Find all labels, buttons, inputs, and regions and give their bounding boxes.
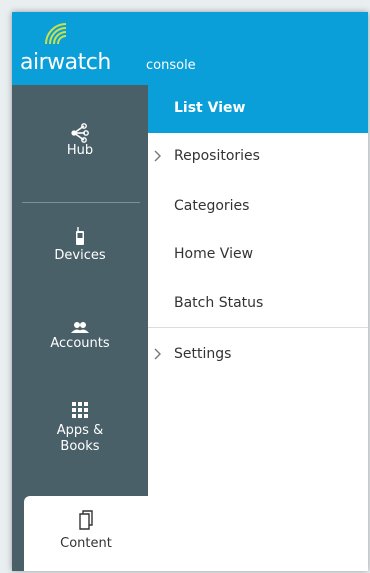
airwatch-logo-text: airwatch bbox=[20, 50, 111, 75]
console-label: console bbox=[146, 58, 196, 73]
apps-grid-icon bbox=[72, 402, 88, 418]
sidebar-item-content[interactable]: Content bbox=[24, 496, 148, 571]
submenu-divider bbox=[148, 327, 368, 328]
submenu-item-label: Settings bbox=[174, 346, 232, 362]
app-header: airwatch console bbox=[12, 12, 368, 85]
sidebar-item-label: Content bbox=[60, 536, 112, 551]
hub-icon bbox=[71, 123, 89, 143]
sidebar-item-label: Devices bbox=[54, 248, 106, 263]
chevron-right-icon bbox=[154, 150, 161, 162]
submenu-item-list-view[interactable]: List View bbox=[148, 85, 368, 133]
sidebar-item-label-line2: Books bbox=[60, 439, 100, 454]
sidebar-item-devices[interactable]: Devices bbox=[12, 226, 148, 264]
sidebar-divider bbox=[22, 202, 140, 203]
console-frame: airwatch console Hub Devices Accounts Ap… bbox=[12, 12, 368, 571]
sidebar-item-label: Accounts bbox=[50, 336, 110, 351]
wifi-logo-icon bbox=[45, 23, 67, 45]
submenu-item-settings[interactable]: Settings bbox=[148, 331, 368, 379]
submenu-item-repositories[interactable]: Repositories bbox=[148, 133, 368, 181]
device-icon bbox=[76, 227, 84, 245]
submenu-item-home-view[interactable]: Home View bbox=[148, 231, 368, 279]
sidebar-item-accounts[interactable]: Accounts bbox=[12, 320, 148, 352]
chevron-right-icon bbox=[154, 348, 161, 360]
submenu-item-batch-status[interactable]: Batch Status bbox=[148, 280, 368, 328]
sidebar: Hub Devices Accounts Apps & Books Conten… bbox=[12, 85, 148, 571]
accounts-icon bbox=[71, 322, 89, 333]
sidebar-item-apps-books[interactable]: Apps & Books bbox=[12, 401, 148, 455]
sidebar-item-label: Hub bbox=[66, 143, 94, 158]
sidebar-item-hub[interactable]: Hub bbox=[12, 123, 148, 159]
submenu-item-label: Batch Status bbox=[174, 295, 264, 311]
content-icon bbox=[79, 510, 93, 530]
content-submenu: List View Repositories Categories Home V… bbox=[148, 85, 368, 571]
submenu-item-label: List View bbox=[174, 100, 246, 116]
submenu-item-label: Home View bbox=[174, 246, 254, 262]
sidebar-item-label: Apps & bbox=[56, 423, 104, 438]
submenu-item-label: Repositories bbox=[174, 148, 260, 164]
submenu-item-label: Categories bbox=[174, 198, 250, 214]
submenu-item-categories[interactable]: Categories bbox=[148, 183, 368, 231]
